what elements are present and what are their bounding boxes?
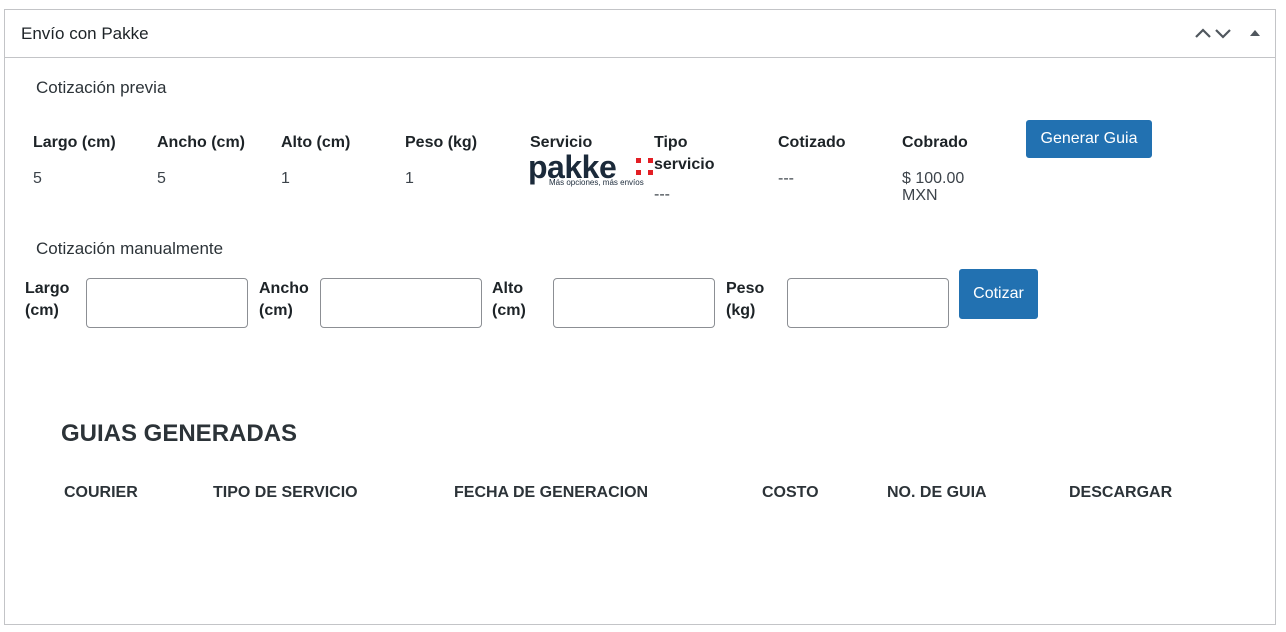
chevron-down-icon [1215,29,1231,39]
cell-tipo-servicio: --- [654,186,670,203]
move-down-button[interactable] [1213,22,1233,44]
header-cobrado: Cobrado [902,134,968,151]
panel-title: Envío con Pakke [21,24,149,43]
manual-quote-label: Cotización manualmente [36,239,224,258]
header-largo: Largo (cm) [33,134,116,151]
header-tipo-servicio: Tipo servicio [654,134,715,173]
chevron-up-icon [1195,28,1211,38]
guias-title: GUIAS GENERADAS [61,420,298,447]
pakke-logo-tagline: Más opciones, más envíos [549,178,644,187]
quote-button[interactable]: Cotizar [959,269,1038,319]
ancho-input[interactable] [320,278,482,328]
peso-input[interactable] [787,278,949,328]
cell-largo: 5 [33,170,42,187]
column-tipo-servicio: TIPO DE SERVICIO [213,484,358,501]
previous-quote-label: Cotización previa [36,78,167,97]
pakke-shipping-panel: Envío con Pakke Cotización previa Largo … [4,9,1276,625]
cell-ancho: 5 [157,170,166,187]
header-peso: Peso (kg) [405,134,478,151]
column-fecha: FECHA DE GENERACION [454,484,649,501]
column-costo: COSTO [762,484,819,501]
cell-peso: 1 [405,170,414,187]
header-alto: Alto (cm) [281,134,351,151]
triangle-up-icon [1250,30,1260,36]
generate-guide-button[interactable]: Generar Guia [1026,120,1152,158]
largo-label: Largo (cm) [25,280,70,319]
ancho-label: Ancho (cm) [259,280,309,319]
column-no-guia: NO. DE GUIA [887,484,987,501]
cell-alto: 1 [281,170,290,187]
alto-label: Alto (cm) [492,280,526,319]
column-descargar: DESCARGAR [1069,484,1173,501]
panel-header: Envío con Pakke [5,10,1275,58]
toggle-panel-button[interactable] [1245,22,1265,44]
move-up-button[interactable] [1193,22,1213,44]
alto-input[interactable] [553,278,715,328]
pakke-logo-mark [636,158,653,175]
largo-input[interactable] [86,278,248,328]
peso-label: Peso (kg) [726,280,765,319]
cell-cobrado: $ 100.00 MXN [902,170,965,204]
header-ancho: Ancho (cm) [157,134,245,151]
cell-cotizado: --- [778,170,794,187]
header-cotizado: Cotizado [778,134,846,151]
pakke-logo: pakke Más opciones, más envíos [528,149,656,191]
column-courier: COURIER [64,484,138,501]
